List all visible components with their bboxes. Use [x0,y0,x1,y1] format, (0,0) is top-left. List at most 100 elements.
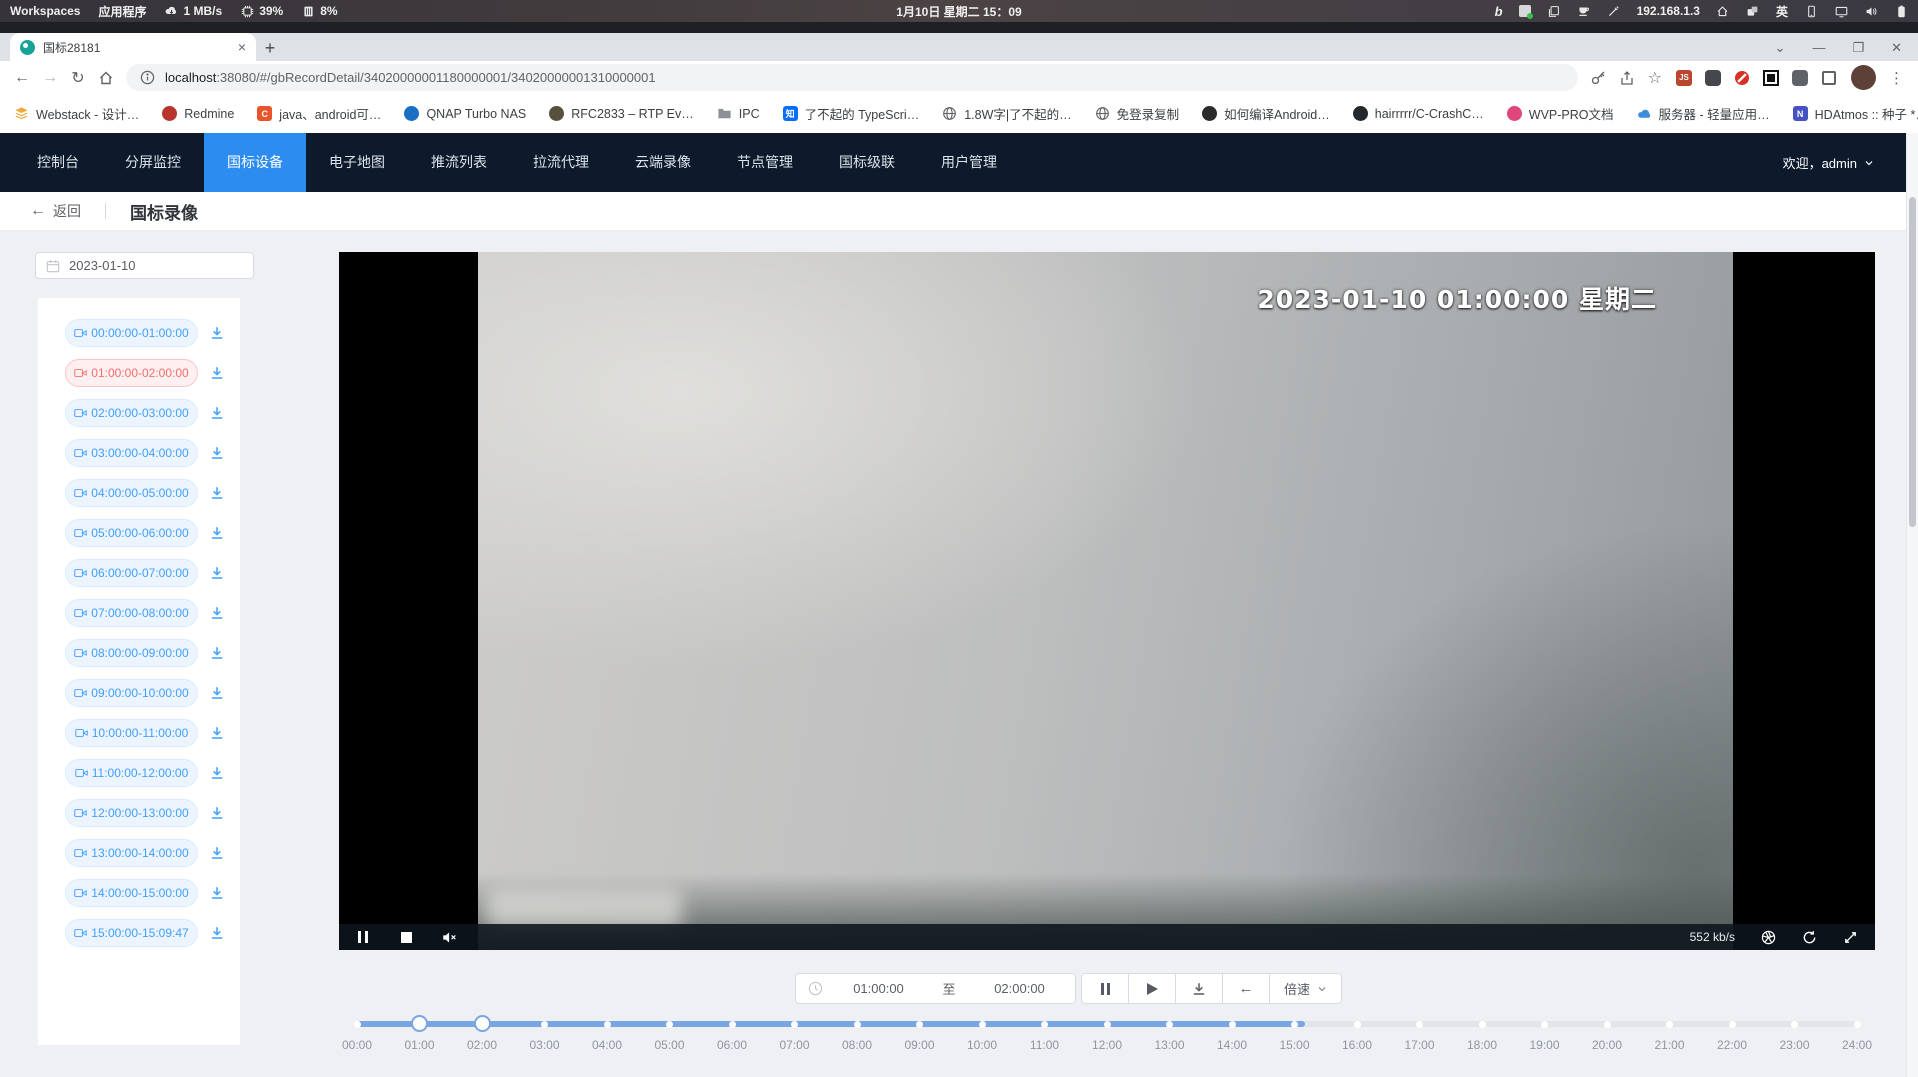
segment-download-icon[interactable] [209,725,225,741]
nav-item-4[interactable]: 电子地图 [306,133,408,192]
nav-item-3[interactable]: 国标设备 [204,133,306,192]
end-time-field[interactable]: 02:00:00 [964,981,1075,996]
download-button[interactable] [1175,973,1223,1004]
segment-download-icon[interactable] [209,645,225,661]
back-button[interactable]: ← 返回 [30,201,81,221]
date-picker[interactable]: 2023-01-10 [35,252,254,279]
segment-download-icon[interactable] [209,485,225,501]
bing-tray-icon[interactable]: b [1495,4,1503,19]
tab-search-chevron-icon[interactable]: ⌄ [1775,41,1786,54]
home-icon[interactable] [1716,4,1730,18]
fullscreen-icon[interactable] [1842,929,1858,945]
bookmark-item-9[interactable]: 免登录复制 [1095,104,1180,123]
extension-frame-icon[interactable] [1762,69,1780,87]
segment-button-5[interactable]: 04:00:00-05:00:00 [65,479,198,507]
browser-tab[interactable]: 国标28181 × [10,33,256,61]
user-menu[interactable]: 欢迎，admin [1783,153,1918,172]
workspaces-button[interactable]: Workspaces [10,4,80,18]
nav-item-7[interactable]: 云端录像 [612,133,714,192]
workspaces-squares-icon[interactable] [1746,4,1760,18]
tab-close-icon[interactable]: × [238,40,246,54]
nav-item-9[interactable]: 国标级联 [816,133,918,192]
copy-icon[interactable] [1547,4,1561,18]
key-icon[interactable] [1590,70,1606,86]
profile-avatar[interactable] [1851,65,1876,90]
bookmark-item-1[interactable]: Webstack - 设计… [14,104,139,123]
extension-noentry-icon[interactable] [1733,69,1751,87]
url-bar[interactable]: localhost:38080/#/gbRecordDetail/3402000… [126,64,1578,91]
bookmark-item-10[interactable]: 如何编译Android… [1202,104,1330,123]
segment-download-icon[interactable] [209,685,225,701]
bookmark-item-11[interactable]: hairrrrr/C-CrashC… [1353,106,1484,121]
segment-download-icon[interactable] [209,885,225,901]
segment-button-3[interactable]: 02:00:00-03:00:00 [65,399,198,427]
app-indicator-icon[interactable] [1519,5,1531,17]
bookmark-item-8[interactable]: 1.8W字|了不起的… [942,104,1071,123]
segment-button-14[interactable]: 13:00:00-14:00:00 [65,839,198,867]
play-button[interactable] [1128,973,1176,1004]
bookmark-item-2[interactable]: Redmine [162,106,234,121]
bookmark-item-4[interactable]: QNAP Turbo NAS [404,106,526,121]
back-nav-icon[interactable]: ← [8,64,36,92]
segment-button-15[interactable]: 14:00:00-15:00:00 [65,879,198,907]
bookmark-item-3[interactable]: Cjava、android可… [257,104,381,123]
segment-download-icon[interactable] [209,365,225,381]
maximize-button[interactable]: ❐ [1852,41,1864,54]
segment-button-8[interactable]: 07:00:00-08:00:00 [65,599,198,627]
segment-button-12[interactable]: 11:00:00-12:00:00 [65,759,198,787]
bookmark-item-14[interactable]: NHDAtmos :: 种子 *… [1793,104,1918,123]
extension-square-icon[interactable] [1820,69,1838,87]
browser-menu-icon[interactable]: ⋮ [1889,69,1904,87]
speed-dropdown[interactable]: 倍速 [1269,973,1342,1004]
scrollbar-thumb[interactable] [1909,197,1916,527]
segment-download-icon[interactable] [209,925,225,941]
battery-icon[interactable] [1894,4,1908,18]
segment-button-11[interactable]: 10:00:00-11:00:00 [65,719,198,747]
stop-icon[interactable] [398,929,414,945]
browser-home-icon[interactable] [92,64,120,92]
bookmark-item-12[interactable]: WVP-PRO文档 [1507,104,1614,123]
nav-item-10[interactable]: 用户管理 [918,133,1020,192]
minimize-button[interactable]: — [1812,41,1825,54]
timeline-handle[interactable] [411,1015,428,1032]
snapshot-icon[interactable] [1760,929,1776,945]
bookmark-item-6[interactable]: IPC [717,106,760,121]
bookmark-item-13[interactable]: 服务器 - 轻量应用… [1637,104,1770,123]
time-range-input[interactable]: 01:00:00 至 02:00:00 [795,973,1076,1004]
pause-icon[interactable] [355,929,371,945]
segment-button-7[interactable]: 06:00:00-07:00:00 [65,559,198,587]
segment-button-1[interactable]: 00:00:00-01:00:00 [65,319,198,347]
page-scrollbar[interactable] [1906,133,1918,1077]
info-icon[interactable] [140,70,155,85]
applications-menu[interactable]: 应用程序 [98,3,146,20]
nav-item-2[interactable]: 分屏监控 [102,133,204,192]
segment-download-icon[interactable] [209,445,225,461]
timeline-handle[interactable] [474,1015,491,1032]
new-tab-button[interactable]: + [256,35,284,61]
segment-download-icon[interactable] [209,765,225,781]
display-icon[interactable] [1834,4,1848,18]
segment-button-6[interactable]: 05:00:00-06:00:00 [65,519,198,547]
segment-button-2[interactable]: 01:00:00-02:00:00 [65,359,198,387]
segment-download-icon[interactable] [209,805,225,821]
extension-dark-icon[interactable] [1704,69,1722,87]
phone-link-icon[interactable] [1804,4,1818,18]
nav-item-1[interactable]: 控制台 [14,133,102,192]
segment-download-icon[interactable] [209,525,225,541]
drink-icon[interactable] [1577,4,1591,18]
step-back-button[interactable]: ← [1222,973,1270,1004]
refresh-icon[interactable] [1801,929,1817,945]
start-time-field[interactable]: 01:00:00 [823,981,934,996]
video-player[interactable]: 2023-01-10 01:00:00 星期二 552 kb/s [339,252,1875,950]
segment-download-icon[interactable] [209,325,225,341]
bookmark-item-5[interactable]: RFC2833 – RTP Ev… [549,106,694,121]
pause-button[interactable] [1081,973,1129,1004]
nav-item-5[interactable]: 推流列表 [408,133,510,192]
window-close-button[interactable]: ✕ [1891,41,1902,54]
segment-download-icon[interactable] [209,605,225,621]
extension-js-icon[interactable]: JS [1675,69,1693,87]
segment-button-4[interactable]: 03:00:00-04:00:00 [65,439,198,467]
segment-download-icon[interactable] [209,845,225,861]
forward-nav-icon[interactable]: → [36,64,64,92]
volume-muted-icon[interactable] [441,929,457,945]
